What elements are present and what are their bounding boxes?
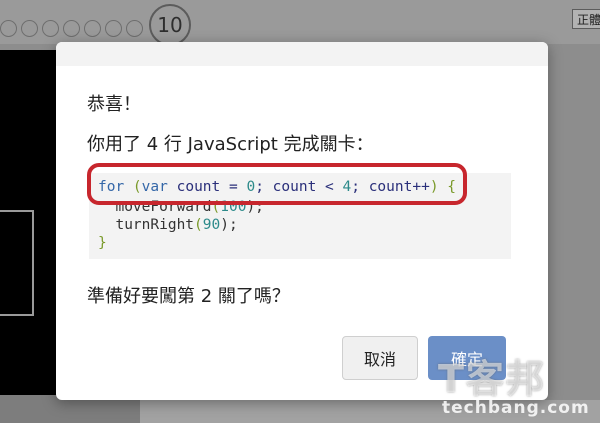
level-dot[interactable]	[0, 19, 17, 37]
level-dot[interactable]	[126, 19, 143, 37]
code-line-3: turnRight(90);	[98, 217, 238, 233]
next-level-question: 準備好要闖第 2 關了嗎？	[87, 286, 290, 307]
level-dot[interactable]	[42, 19, 59, 37]
dialog-message: 你用了 4 行 JavaScript 完成關卡：	[87, 134, 374, 155]
level-complete-dialog: 恭喜！ 你用了 4 行 JavaScript 完成關卡： for (var co…	[56, 42, 548, 400]
dialog-header-strip	[56, 42, 548, 66]
level-dot[interactable]	[84, 19, 101, 37]
code-line-4: }	[98, 235, 107, 251]
current-level-badge[interactable]: 10	[149, 4, 191, 46]
watermark-site: techbang.com	[442, 398, 590, 418]
level-dot[interactable]	[63, 19, 80, 37]
language-button[interactable]: 正體	[572, 9, 600, 29]
watermark-brand: T客邦	[438, 357, 546, 401]
level-dot[interactable]	[21, 19, 38, 37]
highlight-annotation	[87, 163, 467, 205]
level-bar: 10 正體	[0, 0, 600, 46]
cancel-button[interactable]: 取消	[342, 336, 418, 380]
drawing-canvas	[0, 50, 58, 395]
level-dot[interactable]	[105, 19, 122, 37]
watermark-logo: T客邦 techbang.com	[438, 348, 596, 422]
dialog-title: 恭喜！	[87, 94, 141, 115]
canvas-shape	[0, 210, 34, 316]
level-progress: 10	[0, 4, 191, 46]
